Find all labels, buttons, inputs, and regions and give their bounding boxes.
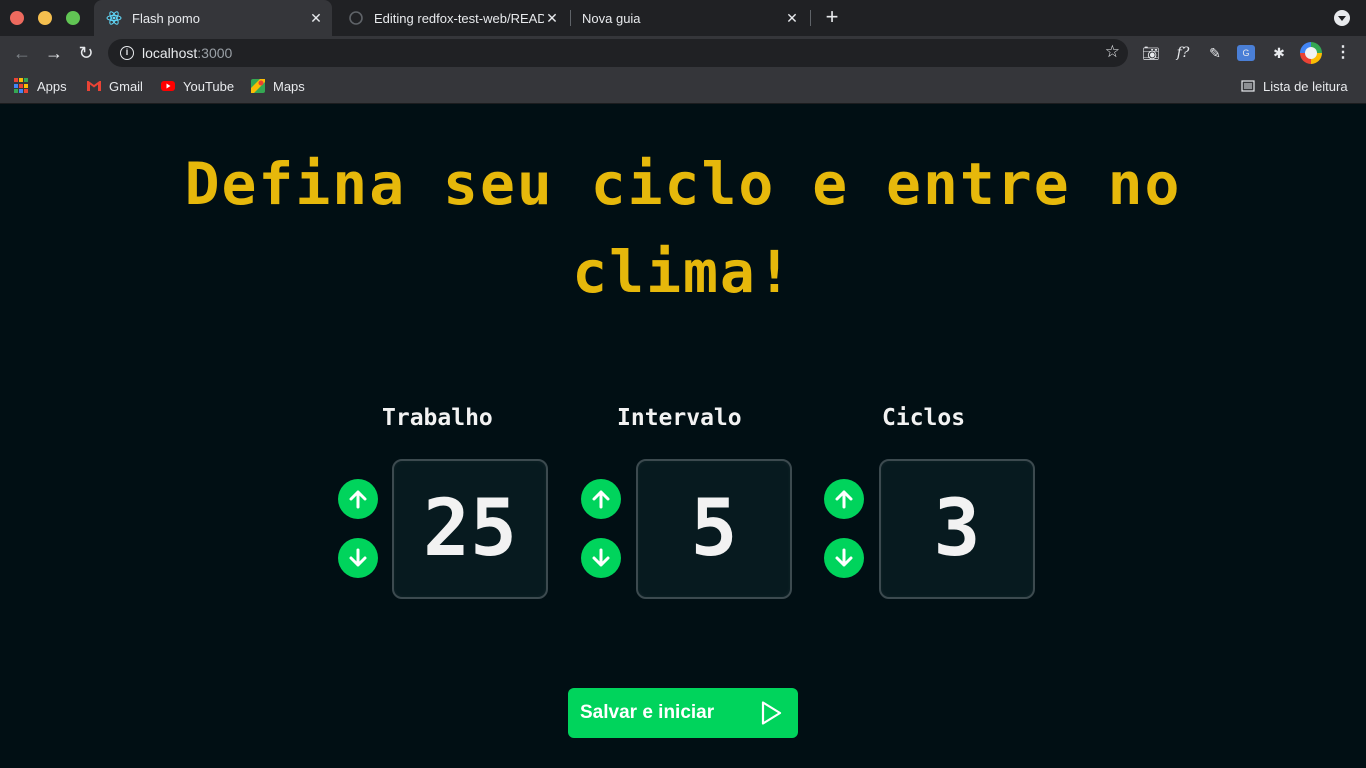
tab-title: Nova guia: [582, 10, 641, 26]
gmail-icon: [87, 81, 101, 91]
arrow-down-icon: [349, 548, 367, 567]
maps-icon: [251, 79, 265, 93]
pen-extension-icon[interactable]: ✎: [1205, 43, 1225, 63]
save-and-start-label: Salvar e iniciar: [580, 702, 715, 723]
bookmark-apps[interactable]: Apps: [14, 78, 67, 94]
reading-list-icon: [1241, 80, 1255, 92]
forward-arrow-icon[interactable]: →: [42, 41, 66, 65]
tab-search-chevron-icon[interactable]: [1334, 10, 1350, 26]
browser-tab-bar: Flash pomo ✕ Editing redfox-test-web/REA…: [0, 0, 1366, 36]
browser-toolbar: ← → ↻ i localhost:3000 ☆ 📷︎ f? ✎ G ✱ ⋮: [0, 36, 1366, 70]
youtube-icon: [161, 81, 175, 91]
bookmark-label: Apps: [37, 78, 67, 94]
bookmarks-bar: Apps Gmail YouTube Maps Lista de leitura: [0, 70, 1366, 104]
tab-title: Flash pomo: [132, 10, 200, 26]
ciclos-value: 3: [879, 459, 1035, 599]
reading-list-button[interactable]: Lista de leitura: [1240, 78, 1348, 94]
tab-separator: [570, 10, 571, 26]
react-icon: [106, 10, 122, 26]
reload-icon[interactable]: ↻: [74, 41, 98, 65]
site-info-icon[interactable]: i: [120, 46, 134, 60]
back-arrow-icon[interactable]: ←: [10, 41, 34, 65]
translate-extension-icon[interactable]: G: [1237, 45, 1255, 61]
new-tab-plus-icon[interactable]: +: [820, 6, 844, 30]
intervalo-value: 5: [636, 459, 792, 599]
arrow-down-icon: [835, 548, 853, 567]
tab-nova-guia[interactable]: Nova guia ✕: [572, 0, 808, 36]
tab-close-icon[interactable]: ✕: [784, 10, 800, 27]
setting-label: Ciclos: [882, 405, 966, 431]
url-port: :3000: [197, 45, 233, 61]
tab-title: Editing redfox-test-web/README.md: [374, 10, 544, 26]
tab-separator: [810, 10, 811, 26]
increase-intervalo-button[interactable]: [581, 479, 621, 519]
decrease-intervalo-button[interactable]: [581, 538, 621, 578]
setting-label: Intervalo: [617, 405, 742, 431]
font-extension-icon[interactable]: f?: [1173, 43, 1193, 63]
arrow-up-icon: [835, 490, 853, 509]
tab-editing-readme[interactable]: Editing redfox-test-web/README.md ✕: [336, 0, 568, 36]
bookmark-youtube[interactable]: YouTube: [160, 78, 234, 94]
increase-trabalho-button[interactable]: [338, 479, 378, 519]
bookmark-label: Maps: [273, 78, 305, 94]
window-close-button[interactable]: [10, 11, 24, 25]
apps-grid-icon: [14, 78, 30, 94]
loading-spinner-icon: [348, 10, 364, 26]
tab-flash-pomo[interactable]: Flash pomo ✕: [94, 0, 332, 36]
window-minimize-button[interactable]: [38, 11, 52, 25]
bookmark-maps[interactable]: Maps: [250, 78, 305, 94]
reading-list-label: Lista de leitura: [1263, 78, 1348, 94]
address-bar[interactable]: i localhost:3000 ☆: [108, 39, 1128, 67]
decrease-ciclos-button[interactable]: [824, 538, 864, 578]
decrease-trabalho-button[interactable]: [338, 538, 378, 578]
setting-label: Trabalho: [382, 405, 493, 431]
bookmark-star-icon[interactable]: ☆: [1105, 42, 1120, 62]
arrow-down-icon: [592, 548, 610, 567]
window-maximize-button[interactable]: [66, 11, 80, 25]
address-url[interactable]: localhost:3000: [142, 45, 232, 61]
page-headline: Defina seu ciclo e entre no clima!: [184, 150, 1182, 306]
increase-ciclos-button[interactable]: [824, 479, 864, 519]
bookmark-gmail[interactable]: Gmail: [86, 78, 143, 94]
url-host: localhost: [142, 45, 198, 61]
bookmark-label: YouTube: [183, 78, 235, 94]
trabalho-value: 25: [392, 459, 548, 599]
tab-close-icon[interactable]: ✕: [308, 10, 324, 27]
browser-menu-icon[interactable]: ⋮: [1333, 43, 1353, 63]
save-and-start-button[interactable]: Salvar e iniciar: [568, 688, 798, 738]
play-icon: [761, 701, 782, 725]
arrow-up-icon: [349, 490, 367, 509]
camera-extension-icon[interactable]: 📷︎: [1141, 43, 1161, 63]
extensions-puzzle-icon[interactable]: ✱: [1269, 43, 1289, 63]
profile-avatar[interactable]: [1300, 42, 1322, 64]
arrow-up-icon: [592, 490, 610, 509]
bookmark-label: Gmail: [109, 78, 143, 94]
tab-close-icon[interactable]: ✕: [544, 10, 560, 27]
